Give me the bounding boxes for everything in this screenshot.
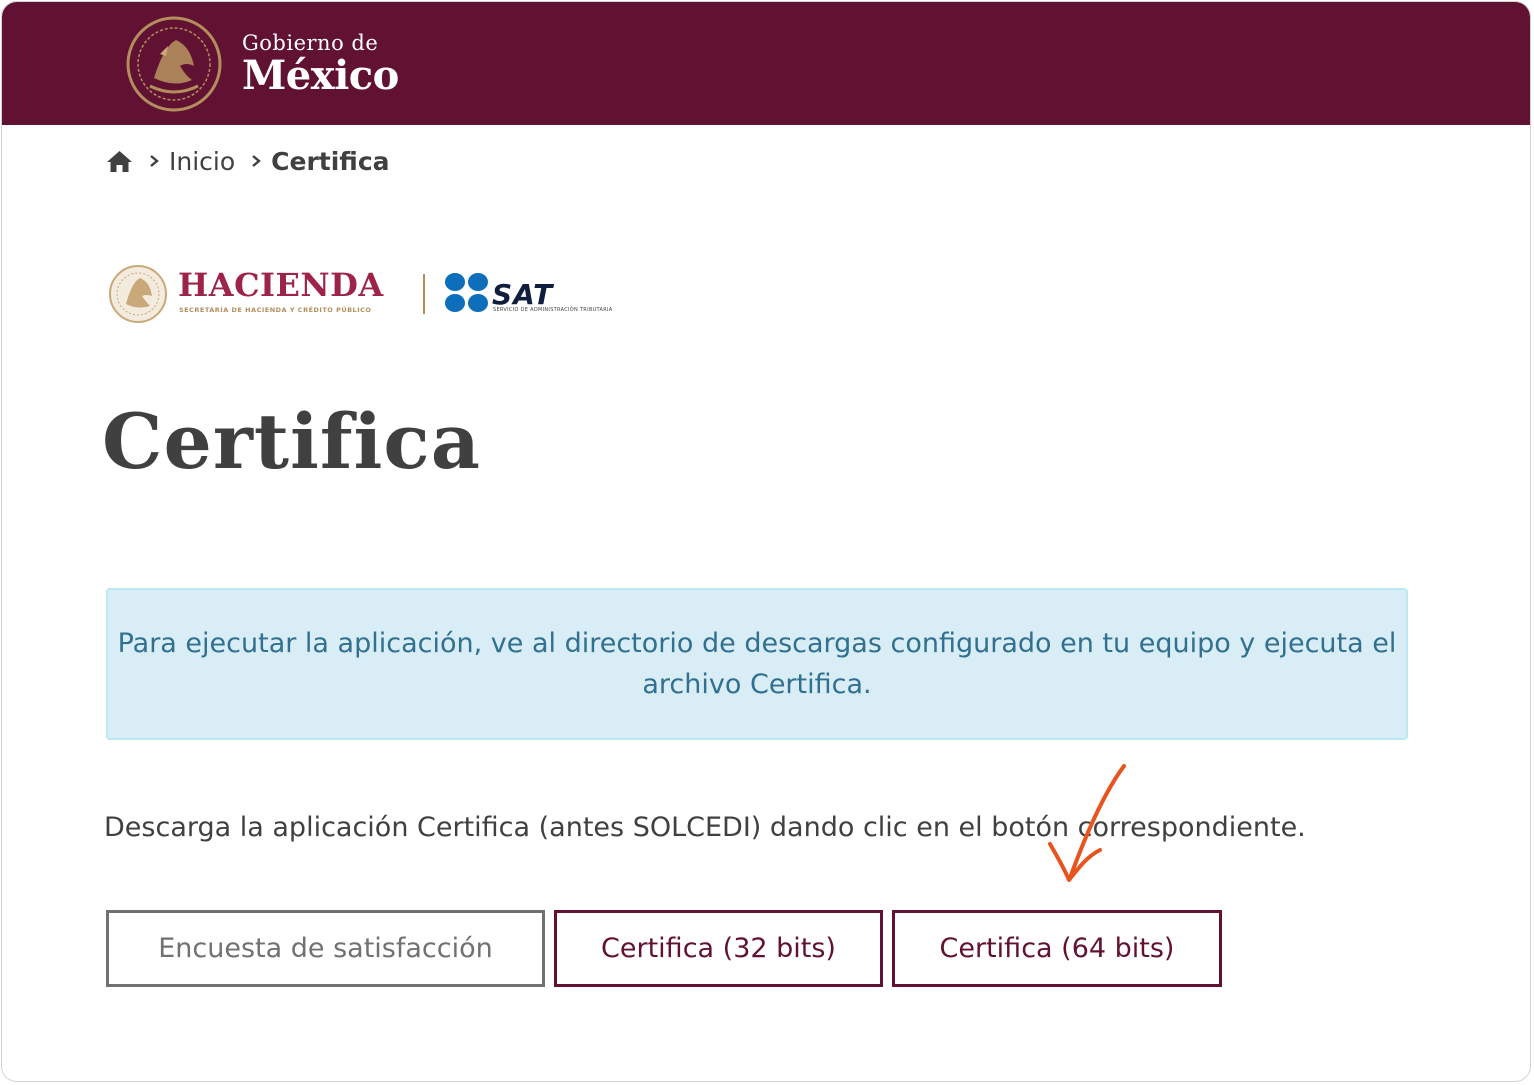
survey-button[interactable]: Encuesta de satisfacción [106,910,545,987]
download-64-bit-button[interactable]: Certifica (64 bits) [892,910,1222,987]
breadcrumb-item-inicio[interactable]: Inicio [169,147,235,176]
info-alert-text: Para ejecutar la aplicación, ve al direc… [117,628,1397,700]
page-title: Certifica [102,397,481,486]
page-frame: Gobierno de México Inicio Certifica HACI… [1,1,1531,1082]
hacienda-name: HACIENDA [178,266,384,304]
logo-divider [423,274,425,314]
home-icon[interactable] [106,149,133,174]
sat-subtitle: SERVICIO DE ADMINISTRACIÓN TRIBUTARIA [493,307,613,313]
gobierno-de-mexico-logo[interactable]: Gobierno de México [242,30,399,96]
info-alert: Para ejecutar la aplicación, ve al direc… [106,588,1408,740]
brand-line-2: México [242,52,399,99]
hacienda-subtitle: SECRETARÍA DE HACIENDA Y CRÉDITO PÚBLICO [179,306,372,314]
mexico-coat-of-arms-icon [126,16,222,112]
download-description: Descarga la aplicación Certifica (antes … [104,812,1306,843]
download-32-bit-button[interactable]: Certifica (32 bits) [554,910,883,987]
government-header: Gobierno de México [2,2,1530,125]
chevron-right-icon [150,155,159,167]
breadcrumb-item-certifica: Certifica [271,146,390,176]
sat-logo-icon [445,273,488,312]
breadcrumb: Inicio Certifica [106,142,390,180]
hacienda-seal-icon [109,265,167,323]
chevron-right-icon [252,155,262,167]
